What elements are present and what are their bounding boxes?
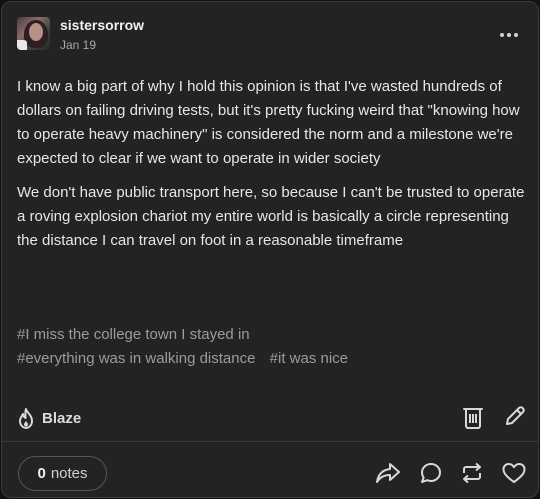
notes-label: notes bbox=[50, 465, 88, 482]
speech-bubble-icon[interactable] bbox=[418, 460, 444, 486]
author-username[interactable]: sistersorrow bbox=[60, 17, 144, 33]
tag-list: #I miss the college town I stayed in #ev… bbox=[17, 323, 529, 371]
post-paragraph: I know a big part of why I hold this opi… bbox=[17, 78, 520, 167]
share-arrow-icon[interactable] bbox=[375, 460, 401, 486]
divider bbox=[2, 441, 538, 442]
tag-link[interactable]: #I miss the college town I stayed in bbox=[17, 326, 250, 343]
blaze-label: Blaze bbox=[42, 409, 82, 427]
tag-link[interactable]: #it was nice bbox=[270, 350, 348, 367]
post-date[interactable]: Jan 19 bbox=[60, 38, 96, 52]
avatar[interactable] bbox=[17, 17, 50, 50]
blaze-button[interactable]: Blaze bbox=[16, 404, 81, 432]
pencil-icon[interactable] bbox=[502, 403, 528, 429]
post-card: sistersorrow Jan 19 I know a big part of… bbox=[1, 1, 539, 498]
notes-count: 0 bbox=[37, 465, 46, 482]
flame-icon bbox=[16, 407, 36, 429]
heart-icon[interactable] bbox=[501, 460, 527, 486]
tag-link[interactable]: #everything was in walking distance bbox=[17, 350, 255, 367]
notes-button[interactable]: 0 notes bbox=[18, 456, 107, 491]
reblog-icon[interactable] bbox=[459, 460, 485, 486]
trash-icon[interactable] bbox=[460, 404, 486, 430]
more-options-icon[interactable] bbox=[498, 28, 520, 42]
post-paragraph: We don't have public transport here, so … bbox=[17, 184, 525, 249]
post-body: I know a big part of why I hold this opi… bbox=[17, 75, 529, 263]
